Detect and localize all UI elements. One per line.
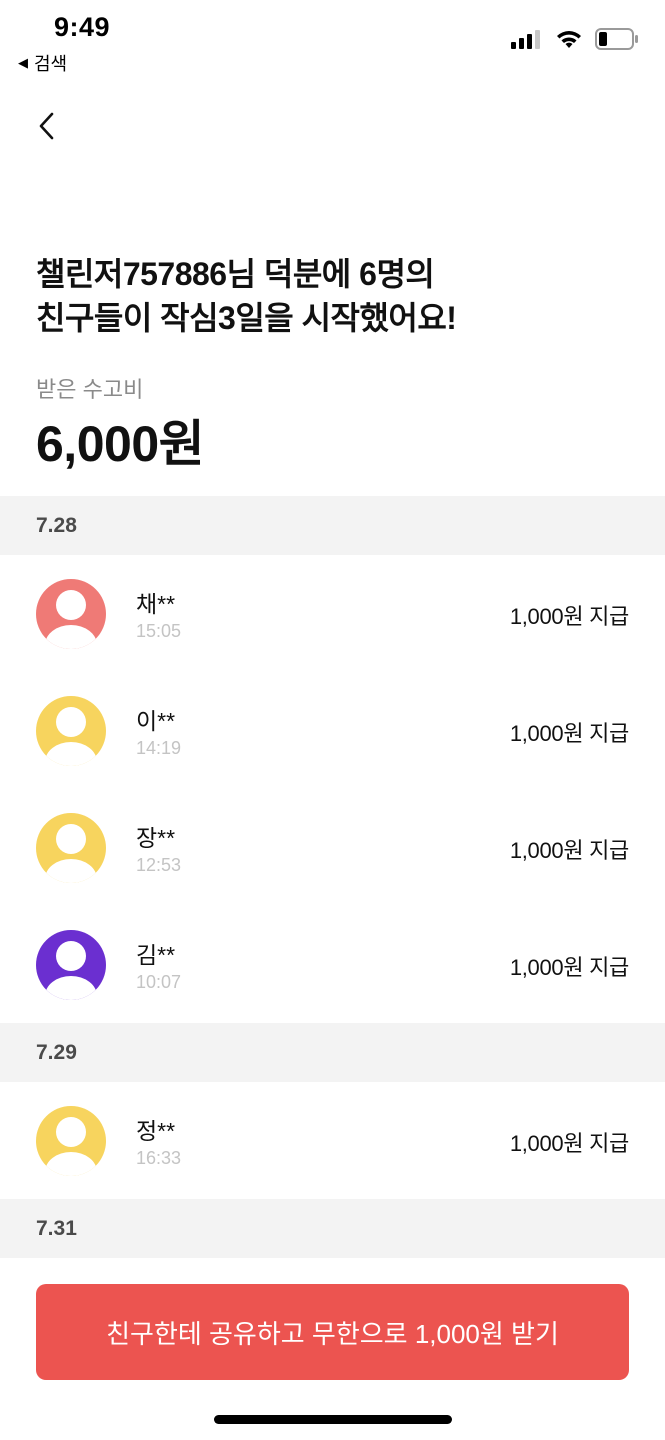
referral-name: 정** xyxy=(136,1118,176,1144)
cellular-signal-icon xyxy=(511,30,540,49)
user-silhouette-icon xyxy=(45,824,97,883)
reward-amount: 1,000원 지급 xyxy=(509,838,629,863)
home-indicator xyxy=(214,1415,452,1424)
referral-time: 14:19 xyxy=(136,738,182,758)
list-item: 채** 15:05 1,000원 지급 xyxy=(0,555,665,672)
status-icons xyxy=(511,28,639,50)
reward-amount: 1,000원 지급 xyxy=(509,721,629,746)
wifi-icon xyxy=(557,31,581,48)
list-item: 이** 14:19 1,000원 지급 xyxy=(0,672,665,789)
referral-name: 채** xyxy=(136,591,176,617)
chevron-left-icon xyxy=(39,112,54,140)
list-item: 장** 12:53 1,000원 지급 xyxy=(0,789,665,906)
avatar xyxy=(36,1106,106,1176)
avatar xyxy=(36,813,106,883)
reward-amount: 1,000원 지급 xyxy=(509,1131,629,1156)
date-header: 7.31 xyxy=(0,1199,665,1258)
list-item: 김** 10:07 1,000원 지급 xyxy=(0,906,665,1023)
user-silhouette-icon xyxy=(45,1117,97,1176)
back-triangle-icon: ◀ xyxy=(18,55,28,70)
referral-time: 15:05 xyxy=(136,621,182,641)
share-reward-button[interactable]: 친구한테 공유하고 무한으로 1,000원 받기 xyxy=(36,1284,629,1380)
status-time: 9:49 xyxy=(54,12,111,42)
referral-name: 이** xyxy=(136,708,176,734)
referral-time: 12:53 xyxy=(136,855,182,875)
return-to-app-link[interactable]: ◀ 검색 xyxy=(18,50,67,76)
date-header: 7.29 xyxy=(0,1023,665,1082)
referral-name: 장** xyxy=(136,825,176,851)
back-button[interactable] xyxy=(30,108,66,144)
title-line-2: 친구들이 작심3일을 시작했어요! xyxy=(36,300,457,336)
status-bar: 9:49 ◀ 검색 xyxy=(0,0,665,80)
referral-time: 16:33 xyxy=(136,1148,182,1168)
avatar xyxy=(36,579,106,649)
referral-time: 10:07 xyxy=(136,972,182,992)
page-title: 챌린저757886님 덕분에 6명의 친구들이 작심3일을 시작했어요! xyxy=(36,252,636,340)
return-app-label: 검색 xyxy=(34,54,68,74)
reward-amount: 1,000원 지급 xyxy=(509,604,629,629)
user-silhouette-icon xyxy=(45,941,97,1000)
avatar xyxy=(36,696,106,766)
earned-label: 받은 수고비 xyxy=(36,377,144,402)
list-item: 정** 16:33 1,000원 지급 xyxy=(0,1082,665,1199)
referral-name: 김** xyxy=(136,942,176,968)
date-header: 7.28 xyxy=(0,496,665,555)
title-line-1: 챌린저757886님 덕분에 6명의 xyxy=(36,256,435,292)
earned-amount: 6,000원 xyxy=(36,416,205,472)
referral-list: 7.28 채** 15:05 1,000원 지급 이** 14:19 1,000원 지급 장*… xyxy=(0,496,665,1258)
avatar xyxy=(36,930,106,1000)
user-silhouette-icon xyxy=(45,707,97,766)
battery-icon xyxy=(595,28,638,50)
user-silhouette-icon xyxy=(45,590,97,649)
reward-amount: 1,000원 지급 xyxy=(509,955,629,980)
